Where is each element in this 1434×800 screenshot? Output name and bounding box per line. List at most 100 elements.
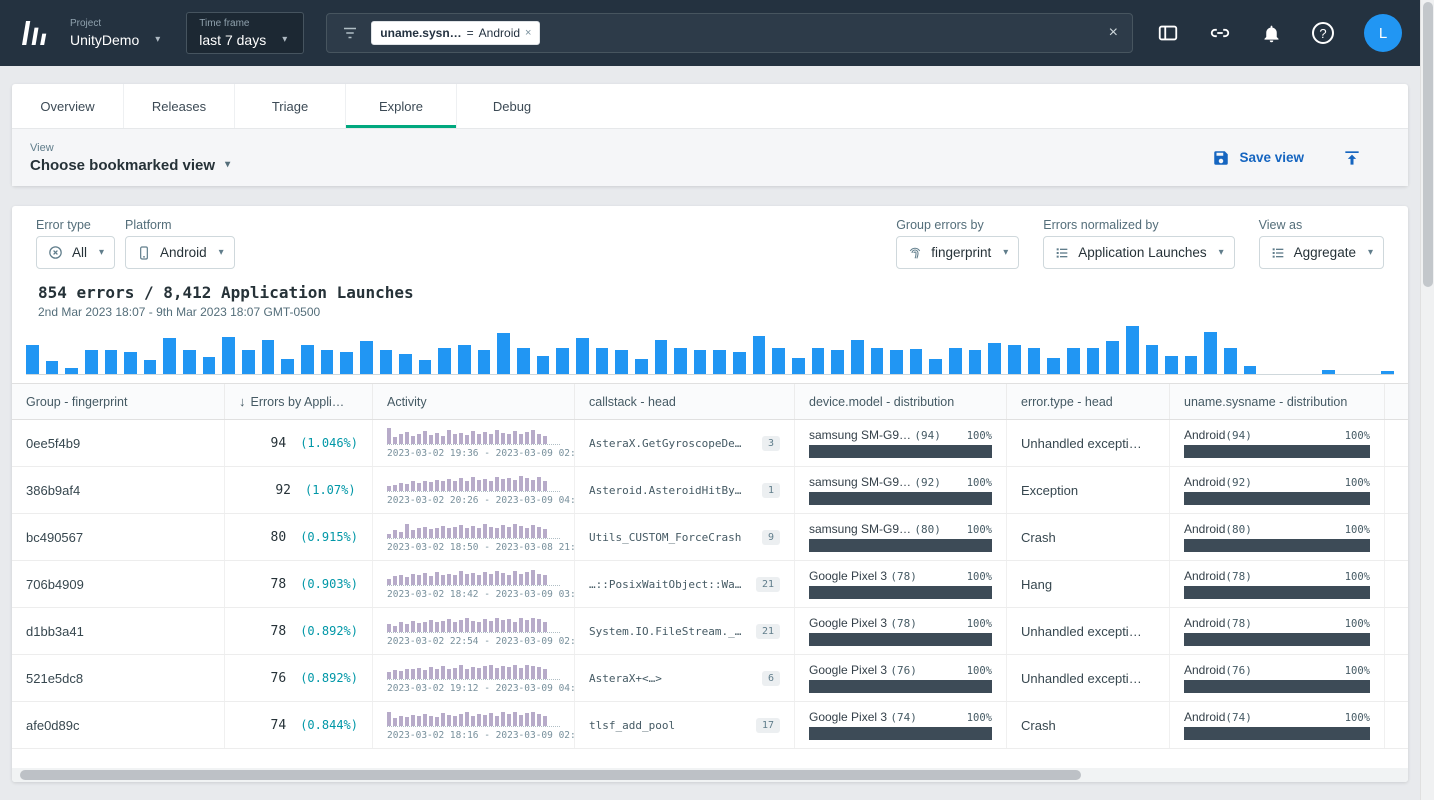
histogram-bar[interactable]	[1244, 366, 1257, 374]
notifications-bell-icon[interactable]	[1261, 23, 1282, 44]
histogram-bar[interactable]	[517, 348, 530, 374]
normalized-by-dropdown[interactable]: Application Launches ▾	[1043, 236, 1234, 269]
histogram-bar[interactable]	[1087, 348, 1100, 374]
histogram-bar[interactable]	[1126, 326, 1139, 374]
histogram-bar[interactable]	[576, 338, 589, 374]
histogram-bar[interactable]	[694, 350, 707, 374]
histogram-bar[interactable]	[1008, 345, 1021, 374]
table-row[interactable]: 386b9af492(1.07%)2023-03-02 20:26 - 2023…	[12, 467, 1408, 514]
table-row[interactable]: bc49056780(0.915%)2023-03-02 18:50 - 202…	[12, 514, 1408, 561]
histogram-bar[interactable]	[910, 349, 923, 374]
histogram-bar[interactable]	[85, 350, 98, 374]
histogram-bar[interactable]	[890, 350, 903, 374]
histogram-bar[interactable]	[1146, 345, 1159, 374]
histogram-bar[interactable]	[969, 350, 982, 374]
histogram-bar[interactable]	[105, 350, 118, 374]
platform-dropdown[interactable]: Android ▾	[125, 236, 235, 269]
column-header-fingerprint[interactable]: Group - fingerprint	[12, 384, 225, 419]
histogram-bar[interactable]	[340, 352, 353, 374]
fingerprint-cell[interactable]: d1bb3a41	[12, 608, 225, 654]
column-header-errors[interactable]: ↓ Errors by Appli…	[225, 384, 373, 419]
histogram-bar[interactable]	[929, 359, 942, 374]
column-header-error-type[interactable]: error.type - head	[1007, 384, 1170, 419]
chip-remove-icon[interactable]: ×	[525, 27, 531, 39]
column-header-device-model[interactable]: device.model - distribution	[795, 384, 1007, 419]
histogram-bar[interactable]	[949, 348, 962, 374]
histogram-bar[interactable]	[537, 356, 550, 374]
histogram-bar[interactable]	[458, 345, 471, 374]
table-row[interactable]: afe0d89c74(0.844%)2023-03-02 18:16 - 202…	[12, 702, 1408, 749]
histogram-bar[interactable]	[65, 368, 78, 374]
fingerprint-cell[interactable]: bc490567	[12, 514, 225, 560]
histogram-bar[interactable]	[635, 359, 648, 374]
histogram-bar[interactable]	[399, 354, 412, 374]
help-icon[interactable]: ?	[1312, 22, 1334, 44]
histogram-bar[interactable]	[1047, 358, 1060, 374]
layout-view-icon[interactable]	[1157, 22, 1179, 44]
fingerprint-cell[interactable]: 386b9af4	[12, 467, 225, 513]
fingerprint-cell[interactable]: 706b4909	[12, 561, 225, 607]
histogram-bar[interactable]	[222, 337, 235, 374]
tab-explore[interactable]: Explore	[345, 84, 456, 128]
table-row[interactable]: d1bb3a4178(0.892%)2023-03-02 22:54 - 202…	[12, 608, 1408, 655]
table-row[interactable]: 521e5dc876(0.892%)2023-03-02 19:12 - 202…	[12, 655, 1408, 702]
histogram-bar[interactable]	[321, 350, 334, 374]
fingerprint-cell[interactable]: 521e5dc8	[12, 655, 225, 701]
bookmarked-view-dropdown[interactable]: Choose bookmarked view ▾	[30, 157, 230, 174]
histogram-bar[interactable]	[124, 352, 137, 374]
histogram-bar[interactable]	[301, 345, 314, 374]
clear-filters-icon[interactable]: ×	[1109, 24, 1118, 42]
histogram-bar[interactable]	[556, 348, 569, 374]
column-header-activity[interactable]: Activity	[373, 384, 575, 419]
histogram-bar[interactable]	[851, 340, 864, 374]
tab-triage[interactable]: Triage	[234, 84, 345, 128]
link-icon[interactable]	[1209, 22, 1231, 44]
histogram-bar[interactable]	[26, 345, 39, 374]
histogram-bar[interactable]	[655, 340, 668, 374]
save-view-button[interactable]: Save view	[1212, 149, 1304, 167]
histogram-bar[interactable]	[871, 348, 884, 374]
tab-debug[interactable]: Debug	[456, 84, 567, 128]
histogram-bar[interactable]	[360, 341, 373, 374]
histogram-bar[interactable]	[812, 348, 825, 374]
table-row[interactable]: 706b490978(0.903%)2023-03-02 18:42 - 202…	[12, 561, 1408, 608]
tab-releases[interactable]: Releases	[123, 84, 234, 128]
histogram-bar[interactable]	[753, 336, 766, 374]
group-by-dropdown[interactable]: fingerprint ▾	[896, 236, 1019, 269]
histogram-bar[interactable]	[733, 352, 746, 374]
view-as-dropdown[interactable]: Aggregate ▾	[1259, 236, 1384, 269]
histogram-bar[interactable]	[438, 348, 451, 374]
histogram-bar[interactable]	[596, 348, 609, 374]
histogram-bar[interactable]	[772, 348, 785, 374]
histogram-bar[interactable]	[497, 333, 510, 374]
table-row[interactable]: 0ee5f4b994(1.046%)2023-03-02 19:36 - 202…	[12, 420, 1408, 467]
histogram-bar[interactable]	[792, 358, 805, 374]
histogram-bar[interactable]	[183, 350, 196, 374]
histogram-bar[interactable]	[46, 361, 59, 374]
tab-overview[interactable]: Overview	[12, 84, 123, 128]
histogram-bar[interactable]	[419, 360, 432, 374]
project-selector[interactable]: Project UnityDemo ▾	[70, 18, 160, 48]
column-header-callstack[interactable]: callstack - head	[575, 384, 795, 419]
histogram-bar[interactable]	[1165, 356, 1178, 374]
horizontal-scrollbar[interactable]	[12, 768, 1408, 782]
histogram-bar[interactable]	[1204, 332, 1217, 374]
histogram-bar[interactable]	[1185, 356, 1198, 374]
histogram-bar[interactable]	[1028, 348, 1041, 374]
histogram-bar[interactable]	[831, 350, 844, 374]
histogram-bar[interactable]	[281, 359, 294, 374]
column-header-uname-sysname[interactable]: uname.sysname - distribution	[1170, 384, 1385, 419]
histogram-bar[interactable]	[1381, 371, 1394, 374]
histogram-bar[interactable]	[163, 338, 176, 374]
histogram-bar[interactable]	[988, 343, 1001, 374]
error-histogram[interactable]	[26, 325, 1394, 375]
filter-bar[interactable]: uname.sysn… = Android × ×	[326, 13, 1133, 53]
filter-chip[interactable]: uname.sysn… = Android ×	[371, 21, 540, 45]
histogram-bar[interactable]	[380, 350, 393, 374]
histogram-bar[interactable]	[478, 350, 491, 374]
histogram-bar[interactable]	[144, 360, 157, 374]
error-type-dropdown[interactable]: All ▾	[36, 236, 115, 269]
histogram-bar[interactable]	[242, 350, 255, 374]
histogram-bar[interactable]	[1106, 341, 1119, 374]
histogram-bar[interactable]	[262, 340, 275, 374]
